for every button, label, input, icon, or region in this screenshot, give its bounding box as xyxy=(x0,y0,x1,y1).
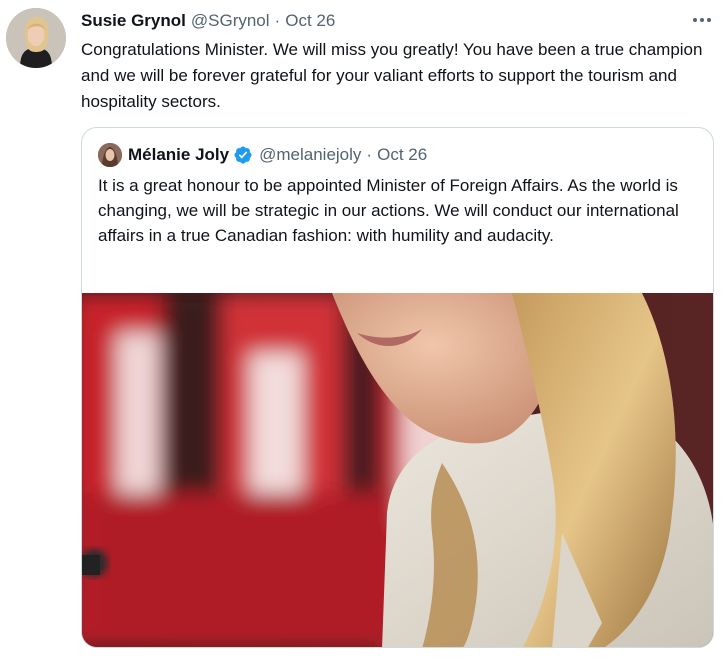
quoted-tweet[interactable]: Mélanie Joly @melaniejoly · Oct 26 It is… xyxy=(81,127,714,648)
quoted-tweet-text: It is a great honour to be appointed Min… xyxy=(98,176,679,245)
verified-badge-icon xyxy=(234,146,252,164)
author-handle[interactable]: @SGrynol xyxy=(191,11,270,31)
quoted-author-handle: @melaniejoly xyxy=(259,145,362,164)
more-options-icon[interactable] xyxy=(688,8,716,32)
author-avatar[interactable] xyxy=(6,8,66,68)
quoted-author-avatar xyxy=(98,143,122,167)
tweet[interactable]: Susie Grynol @SGrynol · Oct 26 Congratul… xyxy=(0,0,727,660)
quoted-author-name: Mélanie Joly xyxy=(128,145,230,164)
tweet-header: Susie Grynol @SGrynol · Oct 26 xyxy=(81,9,335,33)
quoted-separator-dot: · xyxy=(366,145,373,164)
quoted-tweet-header: Mélanie Joly @melaniejoly · Oct 26 xyxy=(98,142,427,168)
separator-dot: · xyxy=(274,11,281,30)
author-name[interactable]: Susie Grynol xyxy=(81,11,186,31)
tweet-date[interactable]: Oct 26 xyxy=(285,11,335,31)
tweet-text: Congratulations Minister. We will miss y… xyxy=(81,40,703,111)
quoted-tweet-photo[interactable] xyxy=(82,293,713,647)
quoted-tweet-date: Oct 26 xyxy=(377,145,428,164)
